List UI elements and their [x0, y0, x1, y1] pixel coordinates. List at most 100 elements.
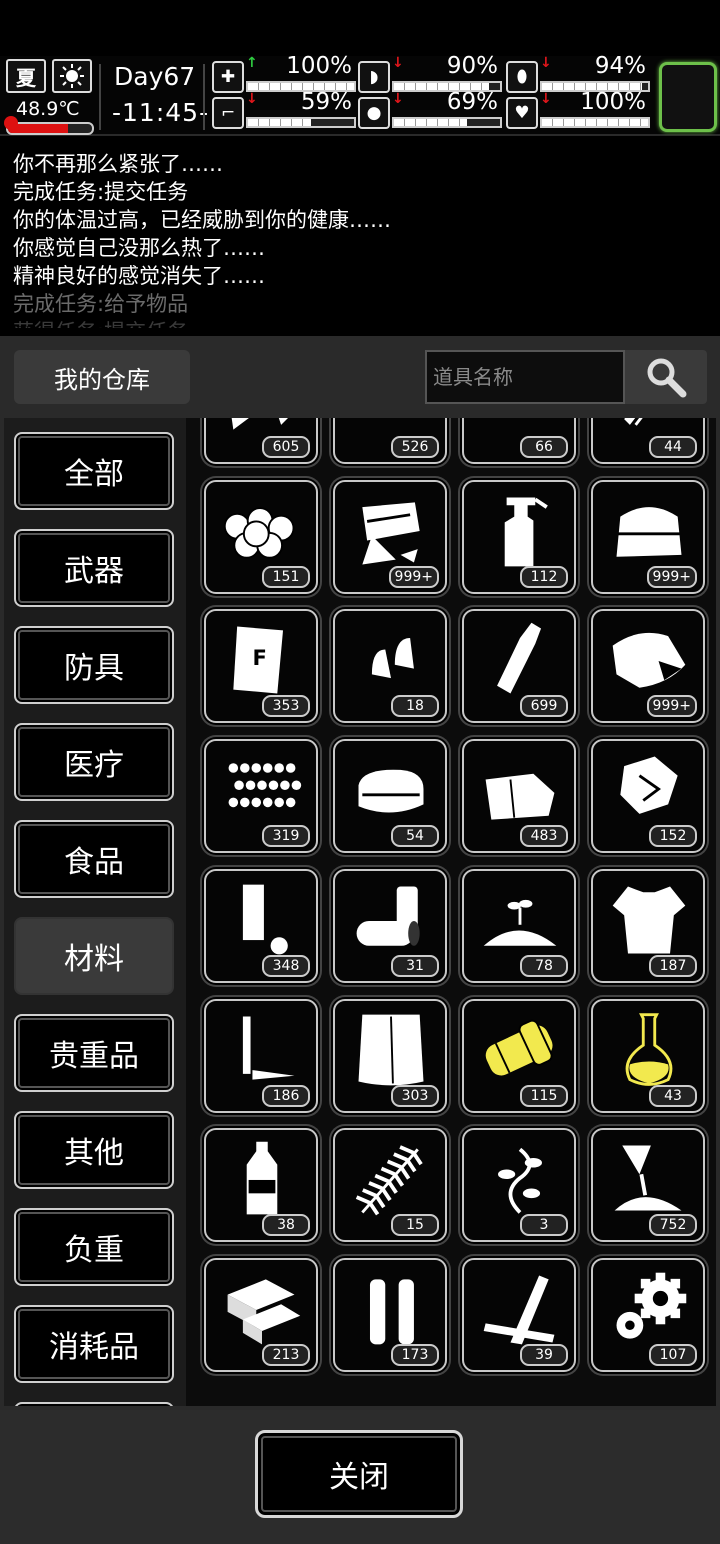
- folded-cloth-icon: [616, 506, 682, 557]
- category-tab-partial[interactable]: [14, 1402, 174, 1406]
- category-tab[interactable]: 全部: [14, 432, 174, 510]
- item-quantity: 38: [262, 1214, 310, 1237]
- temperature-bar: [6, 122, 94, 135]
- inventory-slot[interactable]: F 353: [204, 609, 318, 724]
- arrow-down-icon: ↓: [540, 91, 552, 107]
- inventory-slot[interactable]: 15: [333, 1128, 447, 1243]
- inventory-slot[interactable]: 3: [462, 1128, 576, 1243]
- cartridges-icon: [369, 1279, 414, 1345]
- inventory-slot[interactable]: 303: [333, 998, 447, 1113]
- item-quantity: 187: [649, 954, 697, 977]
- item-quantity: 699: [520, 695, 568, 718]
- inventory-slot[interactable]: 999+: [333, 479, 447, 594]
- inventory-slot[interactable]: 39: [462, 1257, 576, 1372]
- item-quantity: 151: [262, 565, 310, 588]
- inventory-slot[interactable]: 186: [204, 998, 318, 1113]
- category-tab[interactable]: 贵重品: [14, 1014, 174, 1092]
- inventory-slot[interactable]: 38: [204, 1128, 318, 1243]
- paper-stack-icon: [358, 1014, 424, 1085]
- item-quantity: 483: [520, 825, 568, 848]
- arrow-down-icon: ↓: [540, 55, 552, 71]
- inventory-slot[interactable]: 187: [591, 868, 705, 983]
- inventory-slot[interactable]: 107: [591, 1257, 705, 1372]
- season-badge: 夏: [6, 59, 46, 93]
- log-line: 你不再那么紧张了……: [13, 152, 223, 176]
- pill-icon: ⬮: [506, 61, 538, 93]
- item-grid[interactable]: 605 526 66 44 151 999+ 112 999+ F 353 18 699 999+ 319…: [200, 418, 712, 1406]
- stat-bar: [246, 117, 356, 128]
- boot-icon: ⌐: [212, 97, 244, 129]
- inventory-slot[interactable]: 348: [204, 868, 318, 983]
- inventory-slot[interactable]: 526: [333, 418, 447, 464]
- inventory-slot[interactable]: 483: [462, 739, 576, 854]
- clock-text: -11:45-: [112, 98, 210, 127]
- equipment-slot[interactable]: [659, 62, 717, 132]
- bricks-icon: [227, 1279, 301, 1345]
- item-quantity: 752: [649, 1214, 697, 1237]
- inventory-slot[interactable]: 699: [462, 609, 576, 724]
- bullet-tips-icon: [371, 638, 414, 679]
- water-drop-icon: ●: [358, 97, 390, 129]
- category-tab[interactable]: 医疗: [14, 723, 174, 801]
- soil-sprout-icon: [483, 899, 557, 946]
- inventory-slot[interactable]: 115: [462, 998, 576, 1113]
- inventory-slot[interactable]: 66: [462, 418, 576, 464]
- inventory-slot[interactable]: 319: [204, 739, 318, 854]
- inventory-slot[interactable]: 44: [591, 418, 705, 464]
- stat-pill: ⬮ ↓ 94%: [506, 53, 650, 93]
- yellow-capsule-icon: [485, 1019, 553, 1075]
- search-icon: [647, 358, 687, 398]
- inventory-slot[interactable]: 43: [591, 998, 705, 1113]
- cotton-balls-icon: [223, 506, 295, 559]
- inventory-slot[interactable]: 173: [333, 1257, 447, 1372]
- category-tab[interactable]: 防具: [14, 626, 174, 704]
- item-quantity: 526: [391, 436, 439, 458]
- item-quantity: 39: [520, 1343, 568, 1366]
- inventory-slot[interactable]: 18: [333, 609, 447, 724]
- powder-icon: [614, 1145, 682, 1211]
- category-tab[interactable]: 武器: [14, 529, 174, 607]
- arrow-up-icon: ↑: [246, 55, 258, 71]
- paper-scraps-icon: [362, 502, 420, 565]
- arrow-down-icon: ↓: [392, 55, 404, 71]
- plastic-bottle-icon: [246, 1141, 278, 1215]
- arrow-down-icon: ↓: [392, 91, 404, 107]
- crumpled-paper-icon: [620, 756, 678, 814]
- inventory-slot[interactable]: 151: [204, 479, 318, 594]
- item-quantity: 152: [649, 825, 697, 848]
- tube-cap-icon: [242, 884, 288, 955]
- status-bar: 夏 48.9℃ Day67 -11:45- ✚ ↑ 100% ◗ ↓ 90% ⬮ ↓ 94% ⌐ ↓…: [0, 53, 720, 136]
- category-sidebar[interactable]: 全部武器防具医疗食品材料贵重品其他负重消耗品: [4, 418, 186, 1406]
- inventory-slot[interactable]: 54: [333, 739, 447, 854]
- inventory-slot[interactable]: 999+: [591, 609, 705, 724]
- medkit-icon: ✚: [212, 61, 244, 93]
- item-quantity: 43: [649, 1084, 697, 1107]
- inventory-slot[interactable]: 605: [204, 418, 318, 464]
- inventory-slot[interactable]: 999+: [591, 479, 705, 594]
- category-tab[interactable]: 消耗品: [14, 1305, 174, 1383]
- log-line: 你的体温过高，已经威胁到你的健康……: [13, 208, 391, 232]
- category-tab[interactable]: 材料: [14, 917, 174, 995]
- category-tab[interactable]: 食品: [14, 820, 174, 898]
- item-quantity: 213: [262, 1343, 310, 1366]
- inventory-slot[interactable]: 112: [462, 479, 576, 594]
- leather-hide-icon: [612, 633, 686, 689]
- item-quantity: 605: [262, 436, 310, 458]
- inventory-slot[interactable]: 31: [333, 868, 447, 983]
- inventory-slot[interactable]: 213: [204, 1257, 318, 1372]
- close-button[interactable]: 关闭: [255, 1430, 463, 1518]
- item-quantity: 999+: [388, 565, 439, 588]
- sun-icon: [52, 59, 92, 93]
- search-button[interactable]: [625, 350, 707, 404]
- inventory-slot[interactable]: 78: [462, 868, 576, 983]
- spray-bottle-icon: [504, 497, 548, 567]
- inventory-slot[interactable]: 752: [591, 1128, 705, 1243]
- log-line: 完成任务:给予物品: [13, 292, 189, 316]
- search-input[interactable]: [425, 350, 625, 404]
- inventory-slot[interactable]: 152: [591, 739, 705, 854]
- arrow-down-icon: ↓: [246, 91, 258, 107]
- category-tab[interactable]: 其他: [14, 1111, 174, 1189]
- category-tab[interactable]: 负重: [14, 1208, 174, 1286]
- item-quantity: 348: [262, 954, 310, 977]
- stat-water-drop: ● ↓ 69%: [358, 89, 502, 129]
